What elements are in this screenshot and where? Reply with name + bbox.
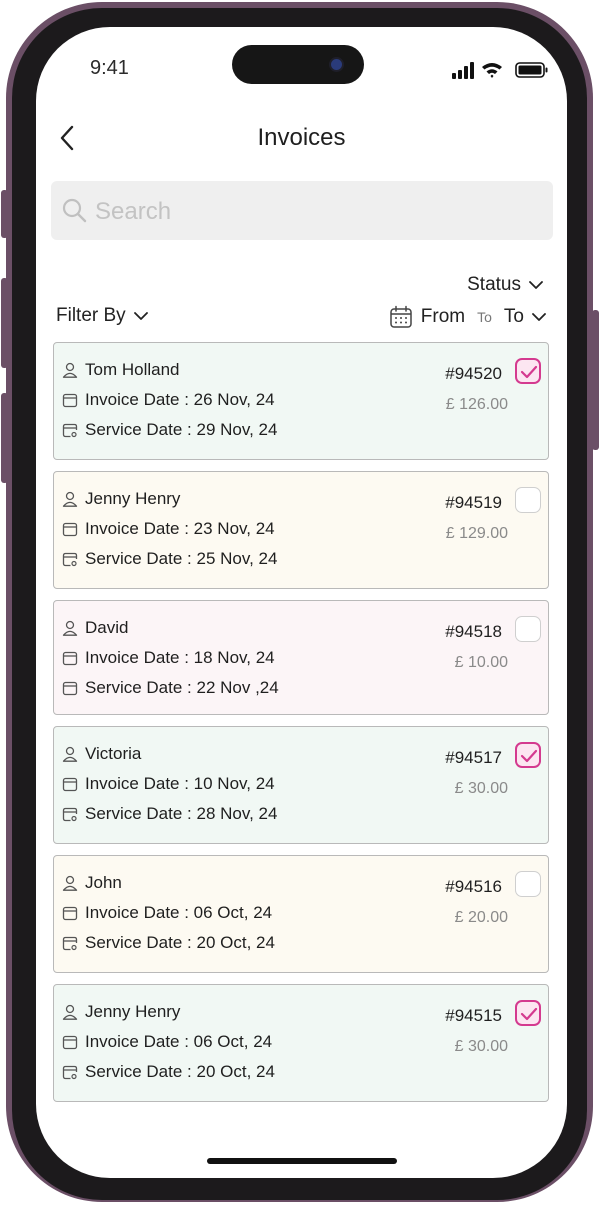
- dynamic-island: [232, 45, 364, 84]
- home-indicator[interactable]: [207, 1158, 397, 1164]
- filter-by-label: Filter By: [56, 305, 126, 326]
- service-date: Service Date : 28 Nov, 24: [85, 804, 278, 823]
- volume-up-button: [1, 278, 8, 368]
- filter-row: Filter By From To To: [56, 305, 546, 333]
- customer-name: John: [85, 873, 122, 892]
- select-checkbox[interactable]: [515, 358, 541, 384]
- invoice-amount: £ 10.00: [454, 654, 508, 671]
- calendar-icon: [62, 777, 78, 792]
- invoice-card[interactable]: Tom Holland Invoice Date : 26 Nov, 24 Se…: [53, 342, 549, 460]
- invoice-card[interactable]: David Invoice Date : 18 Nov, 24 Service …: [53, 600, 549, 715]
- customer-name: Jenny Henry: [85, 489, 181, 508]
- service-date: Service Date : 20 Oct, 24: [85, 933, 275, 952]
- wifi-icon: [482, 63, 502, 78]
- invoice-card[interactable]: Victoria Invoice Date : 10 Nov, 24 Servi…: [53, 726, 549, 844]
- user-icon: [62, 491, 78, 507]
- user-icon: [62, 362, 78, 378]
- filter-by-dropdown[interactable]: Filter By: [56, 305, 148, 327]
- checkmark-icon: [520, 1007, 538, 1021]
- customer-name: Victoria: [85, 744, 142, 763]
- calendar-icon: [62, 522, 78, 537]
- customer-name: David: [85, 618, 129, 637]
- search-bar[interactable]: [51, 181, 553, 240]
- status-time: 9:41: [90, 57, 129, 79]
- invoice-amount: £ 20.00: [454, 909, 508, 926]
- calendar-icon: [62, 393, 78, 408]
- invoice-card[interactable]: Jenny Henry Invoice Date : 06 Oct, 24 Se…: [53, 984, 549, 1102]
- user-icon: [62, 1004, 78, 1020]
- invoice-amount: £ 129.00: [445, 525, 508, 542]
- to-label[interactable]: To: [504, 306, 524, 328]
- service-date: Service Date : 20 Oct, 24: [85, 1062, 275, 1081]
- select-checkbox[interactable]: [515, 487, 541, 513]
- invoice-card[interactable]: John Invoice Date : 06 Oct, 24 Service D…: [53, 855, 549, 973]
- invoice-date: Invoice Date : 23 Nov, 24: [85, 519, 275, 538]
- calendar-icon: [62, 1035, 78, 1050]
- to-separator: To: [477, 309, 492, 325]
- action-button: [1, 190, 8, 238]
- invoice-card[interactable]: Jenny Henry Invoice Date : 23 Nov, 24 Se…: [53, 471, 549, 589]
- calendar-icon: [62, 906, 78, 921]
- invoice-amount: £ 30.00: [454, 1038, 508, 1055]
- calendar-icon: [390, 305, 412, 328]
- volume-down-button: [1, 393, 8, 483]
- app-header: Invoices: [36, 119, 567, 159]
- status-label: Status: [467, 274, 521, 295]
- page-title: Invoices: [257, 124, 346, 151]
- invoice-date: Invoice Date : 26 Nov, 24: [85, 390, 275, 409]
- service-date: Service Date : 22 Nov ,24: [85, 678, 279, 697]
- invoice-date: Invoice Date : 06 Oct, 24: [85, 1032, 273, 1051]
- calendar-icon: [62, 681, 78, 696]
- invoice-date: Invoice Date : 18 Nov, 24: [85, 648, 275, 667]
- signal-icon: [452, 62, 474, 79]
- user-icon: [62, 875, 78, 891]
- invoice-number: #94516: [445, 877, 502, 896]
- customer-name: Tom Holland: [85, 360, 180, 379]
- power-button: [592, 310, 599, 450]
- invoice-date: Invoice Date : 06 Oct, 24: [85, 903, 273, 922]
- service-calendar-icon: [62, 936, 78, 951]
- user-icon: [62, 746, 78, 762]
- customer-name: Jenny Henry: [85, 1002, 181, 1021]
- chevron-down-icon: [532, 313, 546, 321]
- status-icons: [452, 62, 548, 79]
- invoice-number: #94517: [445, 748, 502, 767]
- chevron-down-icon: [529, 281, 543, 289]
- select-checkbox[interactable]: [515, 616, 541, 642]
- camera-icon: [331, 59, 342, 70]
- phone-screen: 9:41 Invoices Search Status Filter By Fr…: [36, 27, 567, 1178]
- checkmark-icon: [520, 365, 538, 379]
- invoice-number: #94518: [445, 622, 502, 641]
- invoice-number: #94515: [445, 1006, 502, 1025]
- service-calendar-icon: [62, 1065, 78, 1080]
- from-label[interactable]: From: [421, 306, 465, 328]
- service-calendar-icon: [62, 807, 78, 822]
- date-range-picker[interactable]: From To To: [389, 305, 546, 329]
- service-date: Service Date : 25 Nov, 24: [85, 549, 278, 568]
- select-checkbox[interactable]: [515, 871, 541, 897]
- invoice-amount: £ 30.00: [454, 780, 508, 797]
- calendar-icon: [62, 651, 78, 666]
- search-input[interactable]: [93, 195, 537, 229]
- invoice-number: #94519: [445, 493, 502, 512]
- service-calendar-icon: [62, 423, 78, 438]
- chevron-down-icon: [133, 312, 148, 320]
- invoice-number: #94520: [445, 364, 502, 383]
- status-dropdown[interactable]: Status: [467, 274, 543, 296]
- select-checkbox[interactable]: [515, 1000, 541, 1026]
- checkmark-icon: [520, 749, 538, 763]
- search-icon: [62, 198, 87, 223]
- invoice-amount: £ 126.00: [445, 396, 508, 413]
- battery-icon: [515, 62, 548, 78]
- service-calendar-icon: [62, 552, 78, 567]
- service-date: Service Date : 29 Nov, 24: [85, 420, 278, 439]
- invoice-date: Invoice Date : 10 Nov, 24: [85, 774, 275, 793]
- user-icon: [62, 620, 78, 636]
- select-checkbox[interactable]: [515, 742, 541, 768]
